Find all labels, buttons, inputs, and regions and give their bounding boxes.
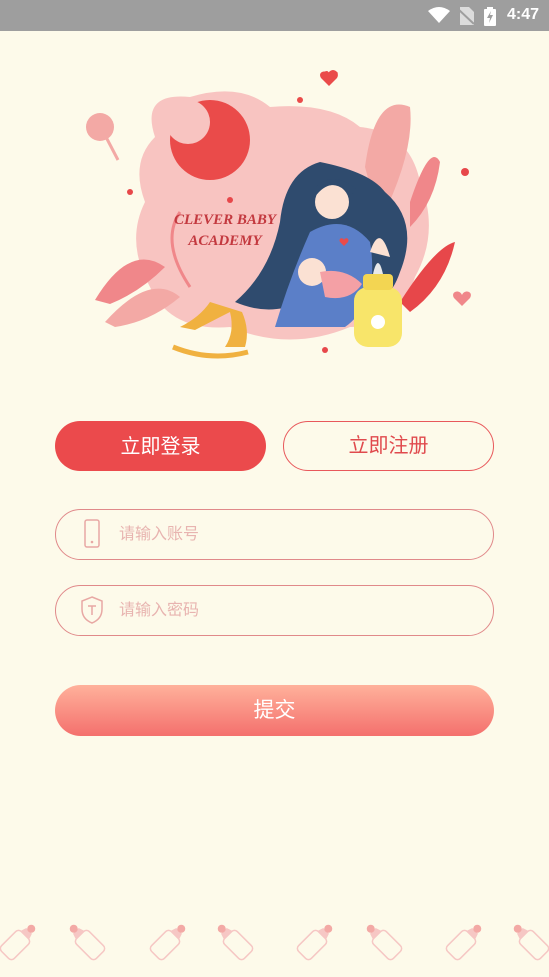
submit-button[interactable]: 提交 [55,685,494,736]
wifi-icon [428,7,450,23]
hero-title-line1: CLEVER BABY [173,212,277,228]
account-field[interactable]: 请输入账号 [55,509,494,560]
battery-charging-icon [484,7,496,26]
phone-icon [84,519,100,548]
login-tab-button[interactable]: 立即登录 [55,421,266,471]
shield-icon [81,596,103,624]
password-field[interactable]: 请输入密码 [55,585,494,636]
hero-title: CLEVER BABY ACADEMY [150,210,300,252]
status-time: 4:47 [506,6,539,23]
no-sim-icon [458,7,474,25]
password-input[interactable]: 请输入密码 [119,586,199,634]
hero-title-line2: ACADEMY [188,233,262,249]
baby-bottle-pattern [0,918,549,963]
status-bar: 4:47 [0,0,549,31]
account-input[interactable]: 请输入账号 [119,510,199,558]
register-tab-button[interactable]: 立即注册 [283,421,494,471]
